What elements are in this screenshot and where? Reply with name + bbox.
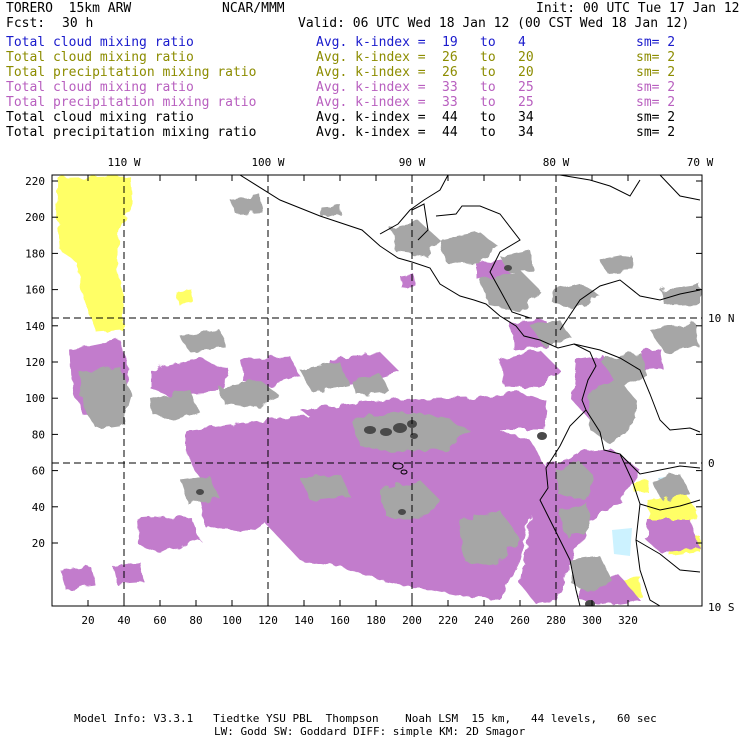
longitude-label: 110 W — [107, 156, 140, 169]
x-tick-label: 160 — [330, 614, 350, 627]
latitude-label: 10 S — [708, 601, 735, 614]
latitude-label: 10 N — [708, 312, 735, 325]
physics-info-line: LW: Godd SW: Goddard DIFF: simple KM: 2D… — [214, 725, 526, 738]
x-tick-label: 120 — [258, 614, 278, 627]
latitude-label: 0 — [708, 457, 715, 470]
x-tick-label: 140 — [294, 614, 314, 627]
model-info-line: Model Info: V3.3.1 Tiedtke YSU PBL Thomp… — [74, 712, 657, 725]
y-tick-label: 160 — [25, 284, 45, 297]
forecast-map: 220 200 180 160 140 120 100 80 60 40 20 20 40 60 80 100… — [25, 156, 735, 627]
longitude-label: 100 W — [251, 156, 284, 169]
y-tick-label: 140 — [25, 320, 45, 333]
y-tick-label: 60 — [32, 465, 45, 478]
y-tick-label: 80 — [32, 428, 45, 441]
x-tick-label: 40 — [117, 614, 130, 627]
x-tick-label: 320 — [618, 614, 638, 627]
y-tick-label: 20 — [32, 537, 45, 550]
longitude-label: 80 W — [543, 156, 570, 169]
x-tick-label: 100 — [222, 614, 242, 627]
y-tick-label: 220 — [25, 175, 45, 188]
y-tick-label: 40 — [32, 501, 45, 514]
y-tick-label: 180 — [25, 247, 45, 260]
x-tick-label: 240 — [474, 614, 494, 627]
x-tick-label: 200 — [402, 614, 422, 627]
y-tick-label: 200 — [25, 211, 45, 224]
x-tick-label: 60 — [153, 614, 166, 627]
y-tick-label: 100 — [25, 392, 45, 405]
longitude-label: 90 W — [399, 156, 426, 169]
x-tick-label: 80 — [189, 614, 202, 627]
x-tick-label: 20 — [81, 614, 94, 627]
x-tick-label: 280 — [546, 614, 566, 627]
x-tick-label: 220 — [438, 614, 458, 627]
x-tick-label: 260 — [510, 614, 530, 627]
longitude-label: 70 W — [687, 156, 714, 169]
x-tick-label: 180 — [366, 614, 386, 627]
x-tick-label: 300 — [582, 614, 602, 627]
y-tick-label: 120 — [25, 356, 45, 369]
